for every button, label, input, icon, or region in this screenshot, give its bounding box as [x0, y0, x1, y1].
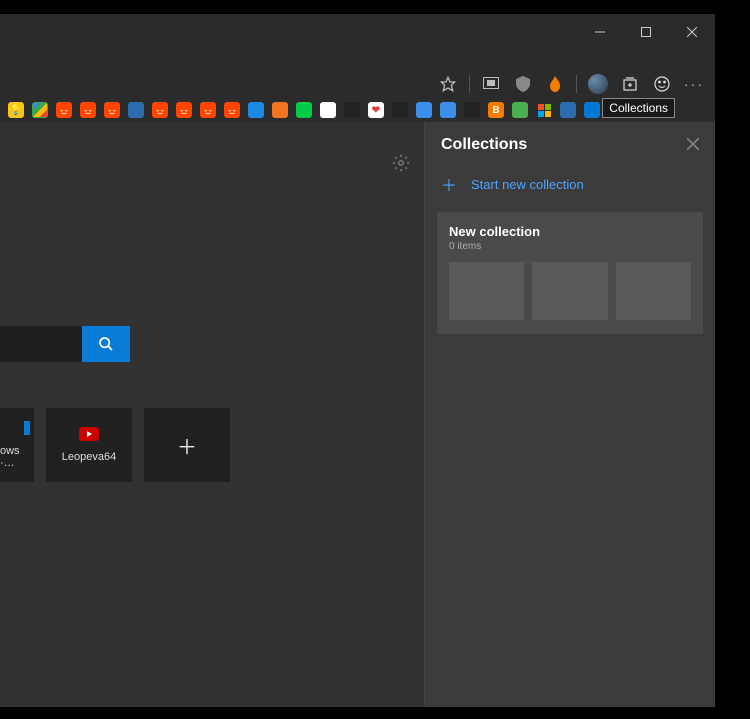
more-menu-icon[interactable]: ···	[683, 73, 705, 95]
bookmark-blogger[interactable]: B	[488, 102, 504, 118]
collections-panel-close-icon[interactable]	[687, 137, 699, 153]
extension-flame-icon[interactable]	[544, 73, 566, 95]
collection-card-title: New collection	[449, 224, 691, 239]
window-titlebar	[0, 14, 715, 50]
search-bar	[0, 326, 130, 362]
tile-label: ows ·…	[0, 445, 30, 469]
bookmark-edge[interactable]	[584, 102, 600, 118]
bookmark-reddit6[interactable]	[200, 102, 216, 118]
privacy-shield-icon[interactable]	[512, 73, 534, 95]
search-button[interactable]	[82, 326, 130, 362]
bookmark-uo[interactable]	[392, 102, 408, 118]
bookmark-reddit1[interactable]	[56, 102, 72, 118]
bookmark-docs[interactable]	[560, 102, 576, 118]
bookmark-win1[interactable]	[416, 102, 432, 118]
bookmark-deviant[interactable]	[296, 102, 312, 118]
new-tab-page: ows ·… Leopeva64 ＋	[0, 122, 424, 707]
window-close-button[interactable]	[669, 17, 715, 47]
bookmark-wave[interactable]	[248, 102, 264, 118]
collection-thumbnail-placeholder	[449, 262, 524, 320]
collections-tooltip: Collections	[602, 98, 675, 118]
bookmark-pen[interactable]	[512, 102, 528, 118]
browser-toolbar: ···	[437, 68, 715, 100]
bookmark-reddit5[interactable]	[176, 102, 192, 118]
search-input[interactable]	[0, 326, 82, 362]
collection-card-thumbnails	[449, 262, 691, 320]
bookmark-amazon[interactable]	[344, 102, 360, 118]
feedback-smiley-icon[interactable]	[651, 73, 673, 95]
collections-panel: Collections ＋ Start new collection New c…	[424, 122, 715, 707]
window-maximize-button[interactable]	[623, 17, 669, 47]
page-settings-gear-icon[interactable]	[392, 154, 410, 177]
plus-icon: ＋	[441, 172, 457, 196]
bookmark-maps[interactable]	[32, 102, 48, 118]
window-minimize-button[interactable]	[577, 17, 623, 47]
quick-links-tiles: ows ·… Leopeva64 ＋	[0, 408, 230, 482]
collection-thumbnail-placeholder	[616, 262, 691, 320]
bookmark-bulb[interactable]: 💡	[8, 102, 24, 118]
quick-link-tile[interactable]: ows ·…	[0, 408, 34, 482]
bookmark-pin[interactable]	[224, 102, 240, 118]
bookmark-reddit2[interactable]	[80, 102, 96, 118]
bookmark-reddit3[interactable]	[104, 102, 120, 118]
bookmark-heart[interactable]: ❤	[368, 102, 384, 118]
bookmark-hub[interactable]	[464, 102, 480, 118]
bookmark-reddit4[interactable]	[152, 102, 168, 118]
start-new-collection-label: Start new collection	[471, 177, 584, 192]
bookmark-crunchy[interactable]	[272, 102, 288, 118]
start-new-collection-button[interactable]: ＋ Start new collection	[425, 162, 715, 212]
favorite-star-icon[interactable]	[437, 73, 459, 95]
browser-window: ··· 💡❤B⚙ Collections ows ·… Leopeva64 ＋	[0, 14, 715, 707]
collection-thumbnail-placeholder	[532, 262, 607, 320]
add-quick-link-tile[interactable]: ＋	[144, 408, 230, 482]
collection-card-item-count: 0 items	[449, 241, 691, 252]
quick-link-tile-youtube[interactable]: Leopeva64	[46, 408, 132, 482]
collections-panel-title: Collections	[441, 136, 527, 154]
collections-panel-header: Collections	[425, 122, 715, 162]
youtube-icon	[79, 427, 99, 441]
profile-avatar-icon[interactable]	[587, 73, 609, 95]
collection-card[interactable]: New collection 0 items	[437, 212, 703, 334]
plus-icon: ＋	[177, 431, 197, 460]
bookmark-doc[interactable]	[320, 102, 336, 118]
toolbar-separator	[469, 75, 470, 93]
bookmark-win2[interactable]	[440, 102, 456, 118]
toolbar-separator	[576, 75, 577, 93]
collections-icon[interactable]	[619, 73, 641, 95]
tile-label: Leopeva64	[62, 451, 116, 463]
bookmark-flask[interactable]	[128, 102, 144, 118]
bookmark-msft[interactable]	[536, 102, 552, 118]
media-cast-icon[interactable]	[480, 73, 502, 95]
